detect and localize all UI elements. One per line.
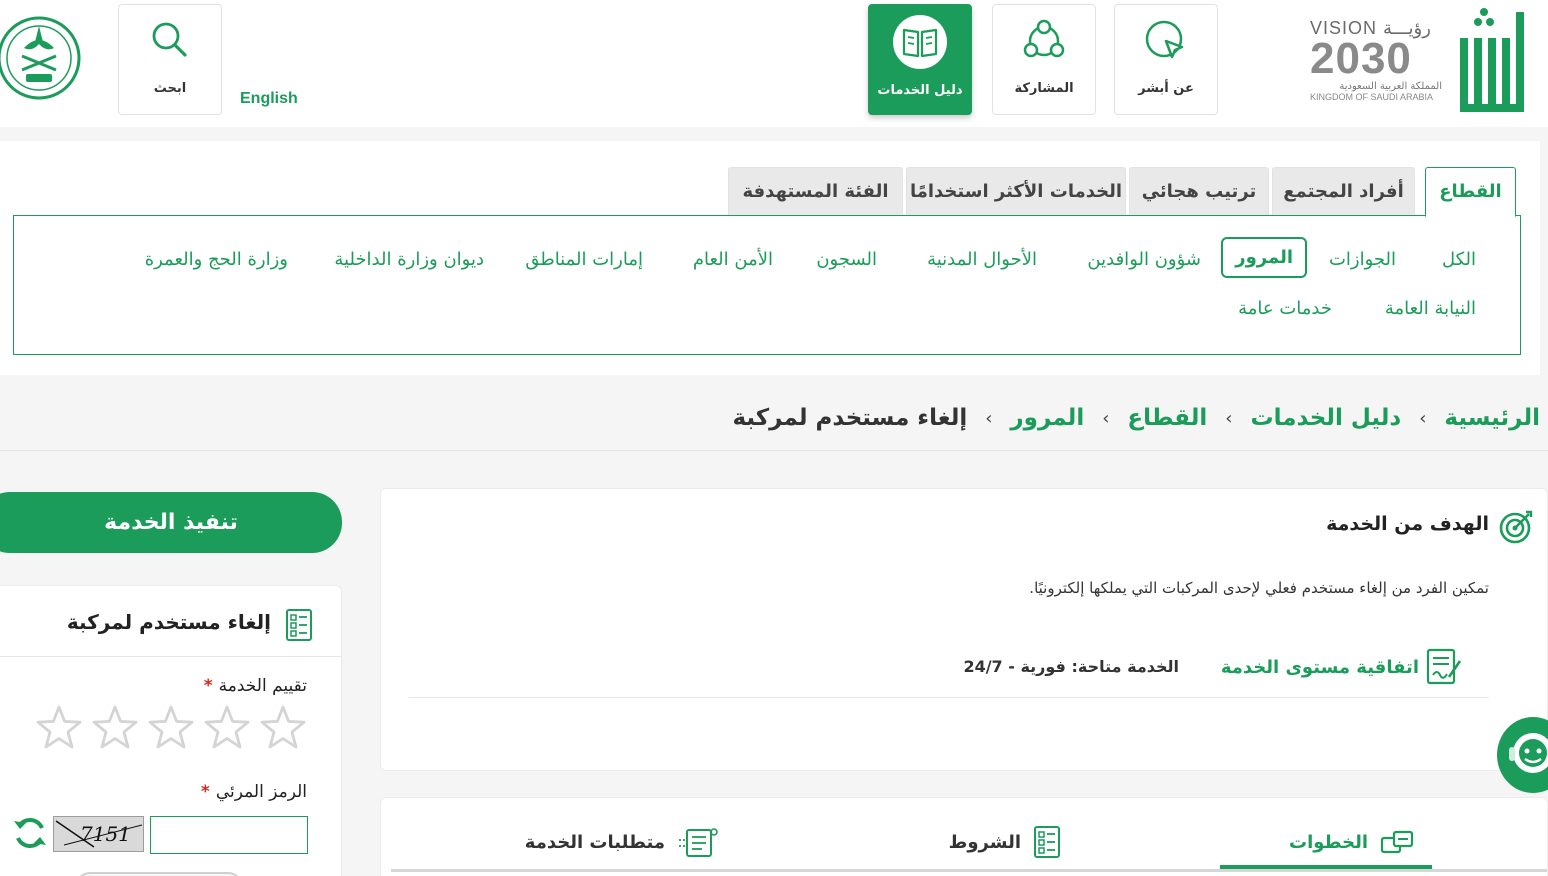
tab-steps[interactable]: الخطوات xyxy=(1289,822,1414,862)
site-header: VISION رؤيـــة 2030 المملكة العربية السع… xyxy=(0,0,1548,127)
chevron-left-icon: › xyxy=(1225,407,1233,429)
nav-icon-circle xyxy=(893,15,947,69)
chatbot-button[interactable] xyxy=(1497,717,1548,793)
nav-label: المشاركة xyxy=(1014,81,1074,96)
tabs-baseline xyxy=(391,869,1547,872)
breadcrumb-sector[interactable]: القطاع xyxy=(1127,405,1207,431)
chevron-left-icon: › xyxy=(1102,407,1110,429)
sector-expat-affairs[interactable]: شؤون الوافدين xyxy=(1087,249,1201,270)
star-icon[interactable] xyxy=(147,704,195,752)
document-requirements-icon xyxy=(679,828,718,857)
sector-list: الكل الجوازات المرور شؤون الوافدين الأحو… xyxy=(13,215,1521,355)
divider xyxy=(0,656,341,657)
cursor-icon xyxy=(1145,20,1184,59)
sla-link[interactable]: اتفاقية مستوى الخدمة xyxy=(1221,657,1419,678)
sector-prisons[interactable]: السجون xyxy=(816,249,877,270)
ministry-emblem-logo xyxy=(0,16,81,100)
tab-sector[interactable]: القطاع xyxy=(1425,167,1516,217)
availability-text: الخدمة متاحة: فورية - 24/7 xyxy=(963,657,1179,676)
breadcrumb: الرئيسية › دليل الخدمات › القطاع › المرو… xyxy=(732,400,1540,436)
search-icon xyxy=(152,22,187,57)
sector-general-services[interactable]: خدمات عامة xyxy=(1238,298,1332,319)
service-rating-card: إلغاء مستخدم لمركبة تقييم الخدمة* الرمز … xyxy=(0,585,342,876)
nav-label: دليل الخدمات xyxy=(877,83,963,98)
sector-traffic[interactable]: المرور xyxy=(1221,237,1307,278)
nav-participation[interactable]: المشاركة xyxy=(992,4,1096,115)
divider xyxy=(409,697,1489,698)
steps-icon xyxy=(1380,830,1414,854)
book-icon xyxy=(902,28,938,58)
chatbot-face-icon xyxy=(1509,733,1548,773)
target-icon xyxy=(1499,510,1533,544)
sector-passports[interactable]: الجوازات xyxy=(1329,249,1396,270)
rating-stars xyxy=(35,704,307,752)
tab-target-audience[interactable]: الفئة المستهدفة xyxy=(728,167,903,215)
required-asterisk: * xyxy=(203,676,213,696)
breadcrumb-divider xyxy=(0,450,1548,451)
checklist-icon xyxy=(286,609,312,641)
sector-all[interactable]: الكل xyxy=(1442,249,1476,270)
required-asterisk: * xyxy=(200,782,210,802)
breadcrumb-services-guide[interactable]: دليل الخدمات xyxy=(1250,405,1401,431)
objective-title: الهدف من الخدمة xyxy=(1326,513,1489,535)
document-signature-icon xyxy=(1426,648,1462,685)
captcha-image: 7151 xyxy=(53,816,144,852)
objective-description: تمكين الفرد من إلغاء مستخدم فعلي لإحدى ا… xyxy=(1029,579,1489,597)
service-objective-card: الهدف من الخدمة تمكين الفرد من إلغاء مست… xyxy=(380,488,1548,771)
service-details-tabs: الخطوات الشروط متطلبات الخدمة xyxy=(380,797,1548,876)
absher-logo[interactable] xyxy=(1456,8,1530,114)
vision-year: 2030 xyxy=(1310,34,1412,83)
star-icon[interactable] xyxy=(259,704,307,752)
star-icon[interactable] xyxy=(35,704,83,752)
tab-most-used[interactable]: الخدمات الأكثر استخدامًا xyxy=(906,167,1126,215)
vision-2030-logo: VISION رؤيـــة 2030 المملكة العربية السع… xyxy=(1310,18,1442,102)
captcha-text: 7151 xyxy=(80,822,131,846)
execute-service-button[interactable]: تنفيذ الخدمة xyxy=(0,492,342,553)
tab-service-requirements[interactable]: متطلبات الخدمة xyxy=(525,822,719,862)
search-label: ابحث xyxy=(153,81,187,96)
chevron-left-icon: › xyxy=(985,407,993,429)
nav-about-absher[interactable]: عن أبشر xyxy=(1114,4,1218,115)
sector-civil-affairs[interactable]: الأحوال المدنية xyxy=(927,249,1037,270)
sector-regional-emirates[interactable]: إمارات المناطق xyxy=(525,249,643,270)
service-filter-panel: القطاع أفراد المجتمع ترتيب هجائي الخدمات… xyxy=(0,141,1540,375)
sector-hajj-umrah[interactable]: وزارة الحج والعمرة xyxy=(145,249,288,270)
tab-conditions-label: الشروط xyxy=(948,831,1021,853)
captcha-label: الرمز المرئي* xyxy=(200,782,307,802)
submit-rating-button[interactable] xyxy=(75,872,243,876)
sector-moi-diwan[interactable]: ديوان وزارة الداخلية xyxy=(334,249,484,270)
service-title: إلغاء مستخدم لمركبة xyxy=(66,610,271,634)
chevron-left-icon: › xyxy=(1419,407,1427,429)
rating-label: تقييم الخدمة* xyxy=(203,676,307,696)
breadcrumb-home[interactable]: الرئيسية xyxy=(1444,405,1540,431)
breadcrumb-traffic[interactable]: المرور xyxy=(1010,405,1084,431)
tab-community-members[interactable]: أفراد المجتمع xyxy=(1272,167,1415,215)
breadcrumb-current: إلغاء مستخدم لمركبة xyxy=(732,405,968,431)
tab-steps-label: الخطوات xyxy=(1289,831,1368,853)
tab-alphabetical[interactable]: ترتيب هجائي xyxy=(1129,167,1269,215)
nav-services-guide[interactable]: دليل الخدمات xyxy=(868,4,972,115)
english-language-link[interactable]: English xyxy=(240,90,298,108)
nav-label: عن أبشر xyxy=(1138,81,1194,96)
share-nodes-icon xyxy=(1023,19,1065,58)
tab-conditions[interactable]: الشروط xyxy=(949,822,1061,862)
tab-service-requirements-label: متطلبات الخدمة xyxy=(524,831,665,853)
checklist-icon xyxy=(1034,826,1060,858)
sector-public-prosecution[interactable]: النيابة العامة xyxy=(1385,298,1476,319)
star-icon[interactable] xyxy=(203,704,251,752)
sector-public-security[interactable]: الأمن العام xyxy=(693,249,773,270)
captcha-input[interactable] xyxy=(150,816,308,854)
refresh-icon[interactable] xyxy=(11,814,49,852)
star-icon[interactable] xyxy=(91,704,139,752)
search-button[interactable]: ابحث xyxy=(118,4,222,115)
